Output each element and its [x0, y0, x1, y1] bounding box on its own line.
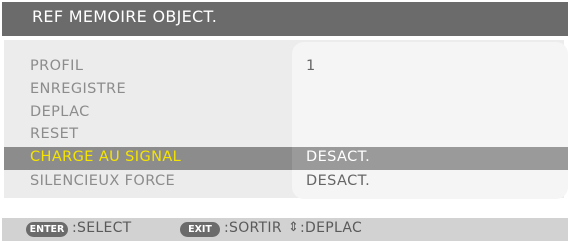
menu-item-label: CHARGE AU SIGNAL [30, 149, 182, 165]
up-down-arrows-icon: ⇕ [288, 220, 299, 235]
menu-item-label: PROFIL [30, 58, 84, 74]
menu-item-silencieux-force[interactable]: SILENCIEUX FORCE DESACT. [4, 171, 568, 194]
projector-osd-menu: REF MEMOIRE OBJECT. PROFIL 1 ENREGISTRE … [0, 0, 575, 241]
menu-item-enregistre[interactable]: ENREGISTRE [4, 79, 568, 102]
menu-item-label: ENREGISTRE [30, 81, 127, 97]
menu-item-value: DESACT. [306, 173, 371, 189]
enter-hint: :SELECT [72, 220, 132, 236]
menu-item-value: DESACT. [306, 149, 371, 165]
exit-key-icon: EXIT [180, 222, 220, 237]
enter-key-icon: ENTER [26, 222, 68, 237]
menu-item-reset[interactable]: RESET [4, 124, 568, 147]
menu-item-label: DEPLAC [30, 104, 90, 120]
menu-item-label: SILENCIEUX FORCE [30, 173, 176, 189]
menu-item-deplac[interactable]: DEPLAC [4, 102, 568, 125]
menu-item-label: RESET [30, 126, 79, 142]
menu-footer: ENTER :SELECT EXIT :SORTIR ⇕ :DEPLAC [2, 218, 568, 241]
menu-title: REF MEMOIRE OBJECT. [32, 7, 218, 26]
exit-hint: :SORTIR [224, 220, 282, 236]
menu-item-value: 1 [306, 58, 316, 74]
menu-title-bar: REF MEMOIRE OBJECT. [2, 2, 568, 36]
menu-item-charge-au-signal[interactable]: CHARGE AU SIGNAL DESACT. [4, 147, 568, 170]
move-hint: :DEPLAC [300, 220, 363, 236]
menu-item-profil[interactable]: PROFIL 1 [4, 56, 568, 79]
